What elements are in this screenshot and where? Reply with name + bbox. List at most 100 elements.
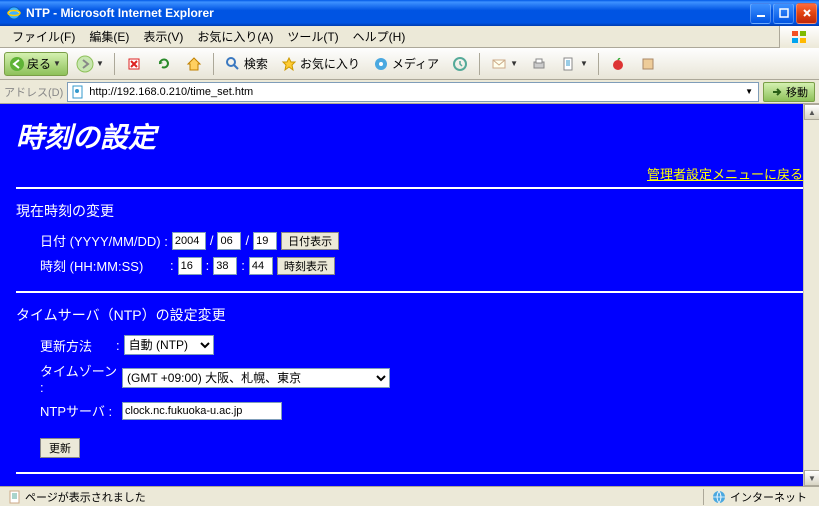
scroll-up-button[interactable]: ▲: [804, 104, 819, 120]
extra-icon: [639, 55, 657, 73]
menu-view[interactable]: 表示(V): [137, 26, 189, 47]
window-titlebar: NTP - Microsoft Internet Explorer: [0, 0, 819, 26]
go-label: 移動: [786, 84, 808, 100]
date-row: 日付 (YYYY/MM/DD) : / / 日付表示: [40, 231, 803, 250]
page-icon: [70, 84, 86, 100]
minimize-button[interactable]: [750, 3, 771, 24]
timezone-select[interactable]: (GMT +09:00) 大阪、札幌、東京: [122, 368, 390, 388]
history-icon: [451, 55, 469, 73]
go-arrow-icon: [770, 85, 784, 99]
menu-favorites[interactable]: お気に入り(A): [191, 26, 279, 47]
time-row: 時刻 (HH:MM:SS) : : : 時刻表示: [40, 256, 803, 275]
home-icon: [185, 55, 203, 73]
menu-tools[interactable]: ツール(T): [281, 26, 344, 47]
separator: [114, 53, 115, 75]
time-minute-input[interactable]: [213, 257, 237, 275]
stop-button[interactable]: [121, 52, 147, 76]
page-icon: [8, 490, 22, 504]
slash: /: [245, 233, 249, 248]
menu-help[interactable]: ヘルプ(H): [347, 26, 412, 47]
date-display-button[interactable]: 日付表示: [281, 232, 339, 250]
edit-button[interactable]: ▼: [556, 52, 592, 76]
internet-zone-icon: [712, 490, 726, 504]
search-label: 検索: [244, 55, 268, 72]
menu-edit[interactable]: 編集(E): [83, 26, 135, 47]
vertical-scrollbar[interactable]: ▲ ▼: [803, 104, 819, 486]
time-hour-input[interactable]: [178, 257, 202, 275]
refresh-button[interactable]: [151, 52, 177, 76]
divider: [16, 291, 803, 293]
section-current-time-title: 現在時刻の変更: [16, 201, 803, 221]
divider: [16, 472, 803, 474]
update-method-label: 更新方法: [40, 336, 112, 355]
ntp-server-label: NTPサーバ :: [40, 401, 118, 420]
toolbar-extra2-button[interactable]: [635, 52, 661, 76]
url-input[interactable]: [89, 86, 742, 98]
time-display-button[interactable]: 時刻表示: [277, 257, 335, 275]
browser-viewport: 時刻の設定 管理者設定メニューに戻る 現在時刻の変更 日付 (YYYY/MM/D…: [0, 104, 819, 486]
forward-arrow-icon: [76, 55, 94, 73]
time-second-input[interactable]: [249, 257, 273, 275]
colon-label: :: [170, 258, 174, 273]
url-field-wrapper[interactable]: ▼: [67, 82, 759, 102]
update-method-row: 更新方法 : 自動 (NTP): [40, 335, 803, 355]
time-label: 時刻 (HH:MM:SS): [40, 256, 166, 275]
window-title: NTP - Microsoft Internet Explorer: [26, 6, 214, 20]
timezone-row: タイムゾーン : (GMT +09:00) 大阪、札幌、東京: [40, 361, 803, 395]
back-arrow-icon: [9, 56, 25, 72]
menu-file[interactable]: ファイル(F): [6, 26, 81, 47]
toolbar: 戻る ▼ ▼ 検索 お気に入り メディア ▼ ▼: [0, 48, 819, 80]
back-button[interactable]: 戻る ▼: [4, 52, 68, 76]
date-year-input[interactable]: [172, 232, 206, 250]
back-link-row: 管理者設定メニューに戻る: [16, 164, 803, 183]
favorites-button[interactable]: お気に入り: [276, 52, 364, 76]
chevron-down-icon: ▼: [53, 59, 61, 68]
home-button[interactable]: [181, 52, 207, 76]
update-method-select[interactable]: 自動 (NTP): [124, 335, 214, 355]
go-button[interactable]: 移動: [763, 82, 815, 102]
windows-logo-icon: [779, 26, 819, 48]
stop-icon: [125, 55, 143, 73]
colon: :: [206, 258, 210, 273]
divider: [16, 187, 803, 189]
maximize-button[interactable]: [773, 3, 794, 24]
page-title: 時刻の設定: [16, 116, 803, 156]
timezone-label: タイムゾーン :: [40, 361, 118, 395]
admin-menu-link[interactable]: 管理者設定メニューに戻る: [647, 167, 803, 182]
apple-icon: [609, 55, 627, 73]
colon-label: :: [116, 338, 120, 353]
print-icon: [530, 55, 548, 73]
refresh-icon: [155, 55, 173, 73]
close-button[interactable]: [796, 3, 817, 24]
status-bar: ページが表示されました インターネット: [0, 486, 819, 506]
update-button[interactable]: 更新: [40, 438, 80, 458]
section-ntp-title: タイムサーバ（NTP）の設定変更: [16, 305, 803, 325]
print-button[interactable]: [526, 52, 552, 76]
address-bar: アドレス(D) ▼ 移動: [0, 80, 819, 104]
toolbar-extra1-button[interactable]: [605, 52, 631, 76]
chevron-down-icon: ▼: [96, 59, 104, 68]
chevron-down-icon[interactable]: ▼: [742, 87, 756, 96]
scroll-down-button[interactable]: ▼: [804, 470, 819, 486]
favorites-label: お気に入り: [300, 55, 360, 72]
slash: /: [210, 233, 214, 248]
menu-bar: ファイル(F) 編集(E) 表示(V) お気に入り(A) ツール(T) ヘルプ(…: [0, 26, 819, 48]
forward-button[interactable]: ▼: [72, 52, 108, 76]
ntp-server-input[interactable]: [122, 402, 282, 420]
separator: [213, 53, 214, 75]
chevron-down-icon: ▼: [510, 59, 518, 68]
status-text: ページが表示されました: [25, 489, 146, 505]
date-label: 日付 (YYYY/MM/DD) :: [40, 231, 168, 250]
ntp-server-row: NTPサーバ :: [40, 401, 803, 420]
mail-button[interactable]: ▼: [486, 52, 522, 76]
media-button[interactable]: メディア: [368, 52, 443, 76]
media-label: メディア: [392, 55, 439, 72]
search-button[interactable]: 検索: [220, 52, 272, 76]
history-button[interactable]: [447, 52, 473, 76]
colon: :: [241, 258, 245, 273]
mail-icon: [490, 55, 508, 73]
ie-icon: [6, 5, 22, 21]
date-month-input[interactable]: [217, 232, 241, 250]
date-day-input[interactable]: [253, 232, 277, 250]
page-content: 時刻の設定 管理者設定メニューに戻る 現在時刻の変更 日付 (YYYY/MM/D…: [0, 104, 819, 486]
